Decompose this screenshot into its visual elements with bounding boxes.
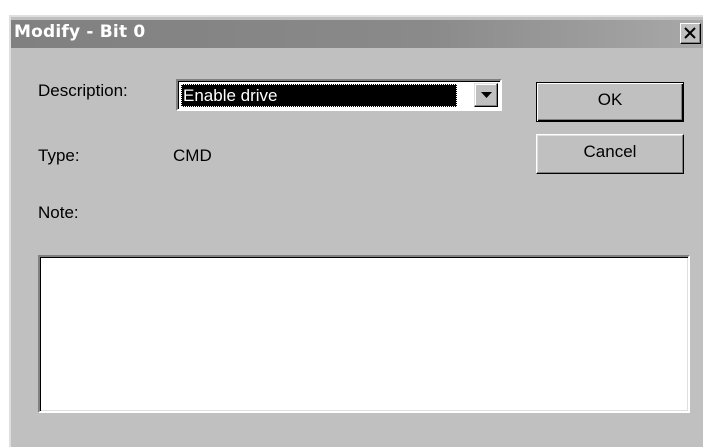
dropdown-arrow-icon bbox=[481, 92, 492, 98]
note-label: Note: bbox=[38, 203, 79, 222]
note-textarea[interactable] bbox=[38, 255, 690, 413]
close-icon bbox=[684, 27, 696, 39]
type-label: Type: bbox=[38, 146, 80, 165]
modify-dialog: Modify - Bit 0 Description: Enable drive… bbox=[9, 15, 703, 447]
window-title: Modify - Bit 0 bbox=[14, 22, 146, 42]
cancel-button[interactable]: Cancel bbox=[536, 134, 684, 174]
description-selected-value: Enable drive bbox=[181, 84, 457, 107]
type-value: CMD bbox=[173, 146, 212, 165]
close-button[interactable] bbox=[680, 23, 701, 44]
title-bar[interactable]: Modify - Bit 0 bbox=[11, 20, 703, 48]
dropdown-button[interactable] bbox=[474, 83, 498, 107]
description-dropdown[interactable]: Enable drive bbox=[176, 79, 502, 111]
ok-button[interactable]: OK bbox=[536, 82, 684, 122]
description-label: Description: bbox=[38, 81, 128, 100]
